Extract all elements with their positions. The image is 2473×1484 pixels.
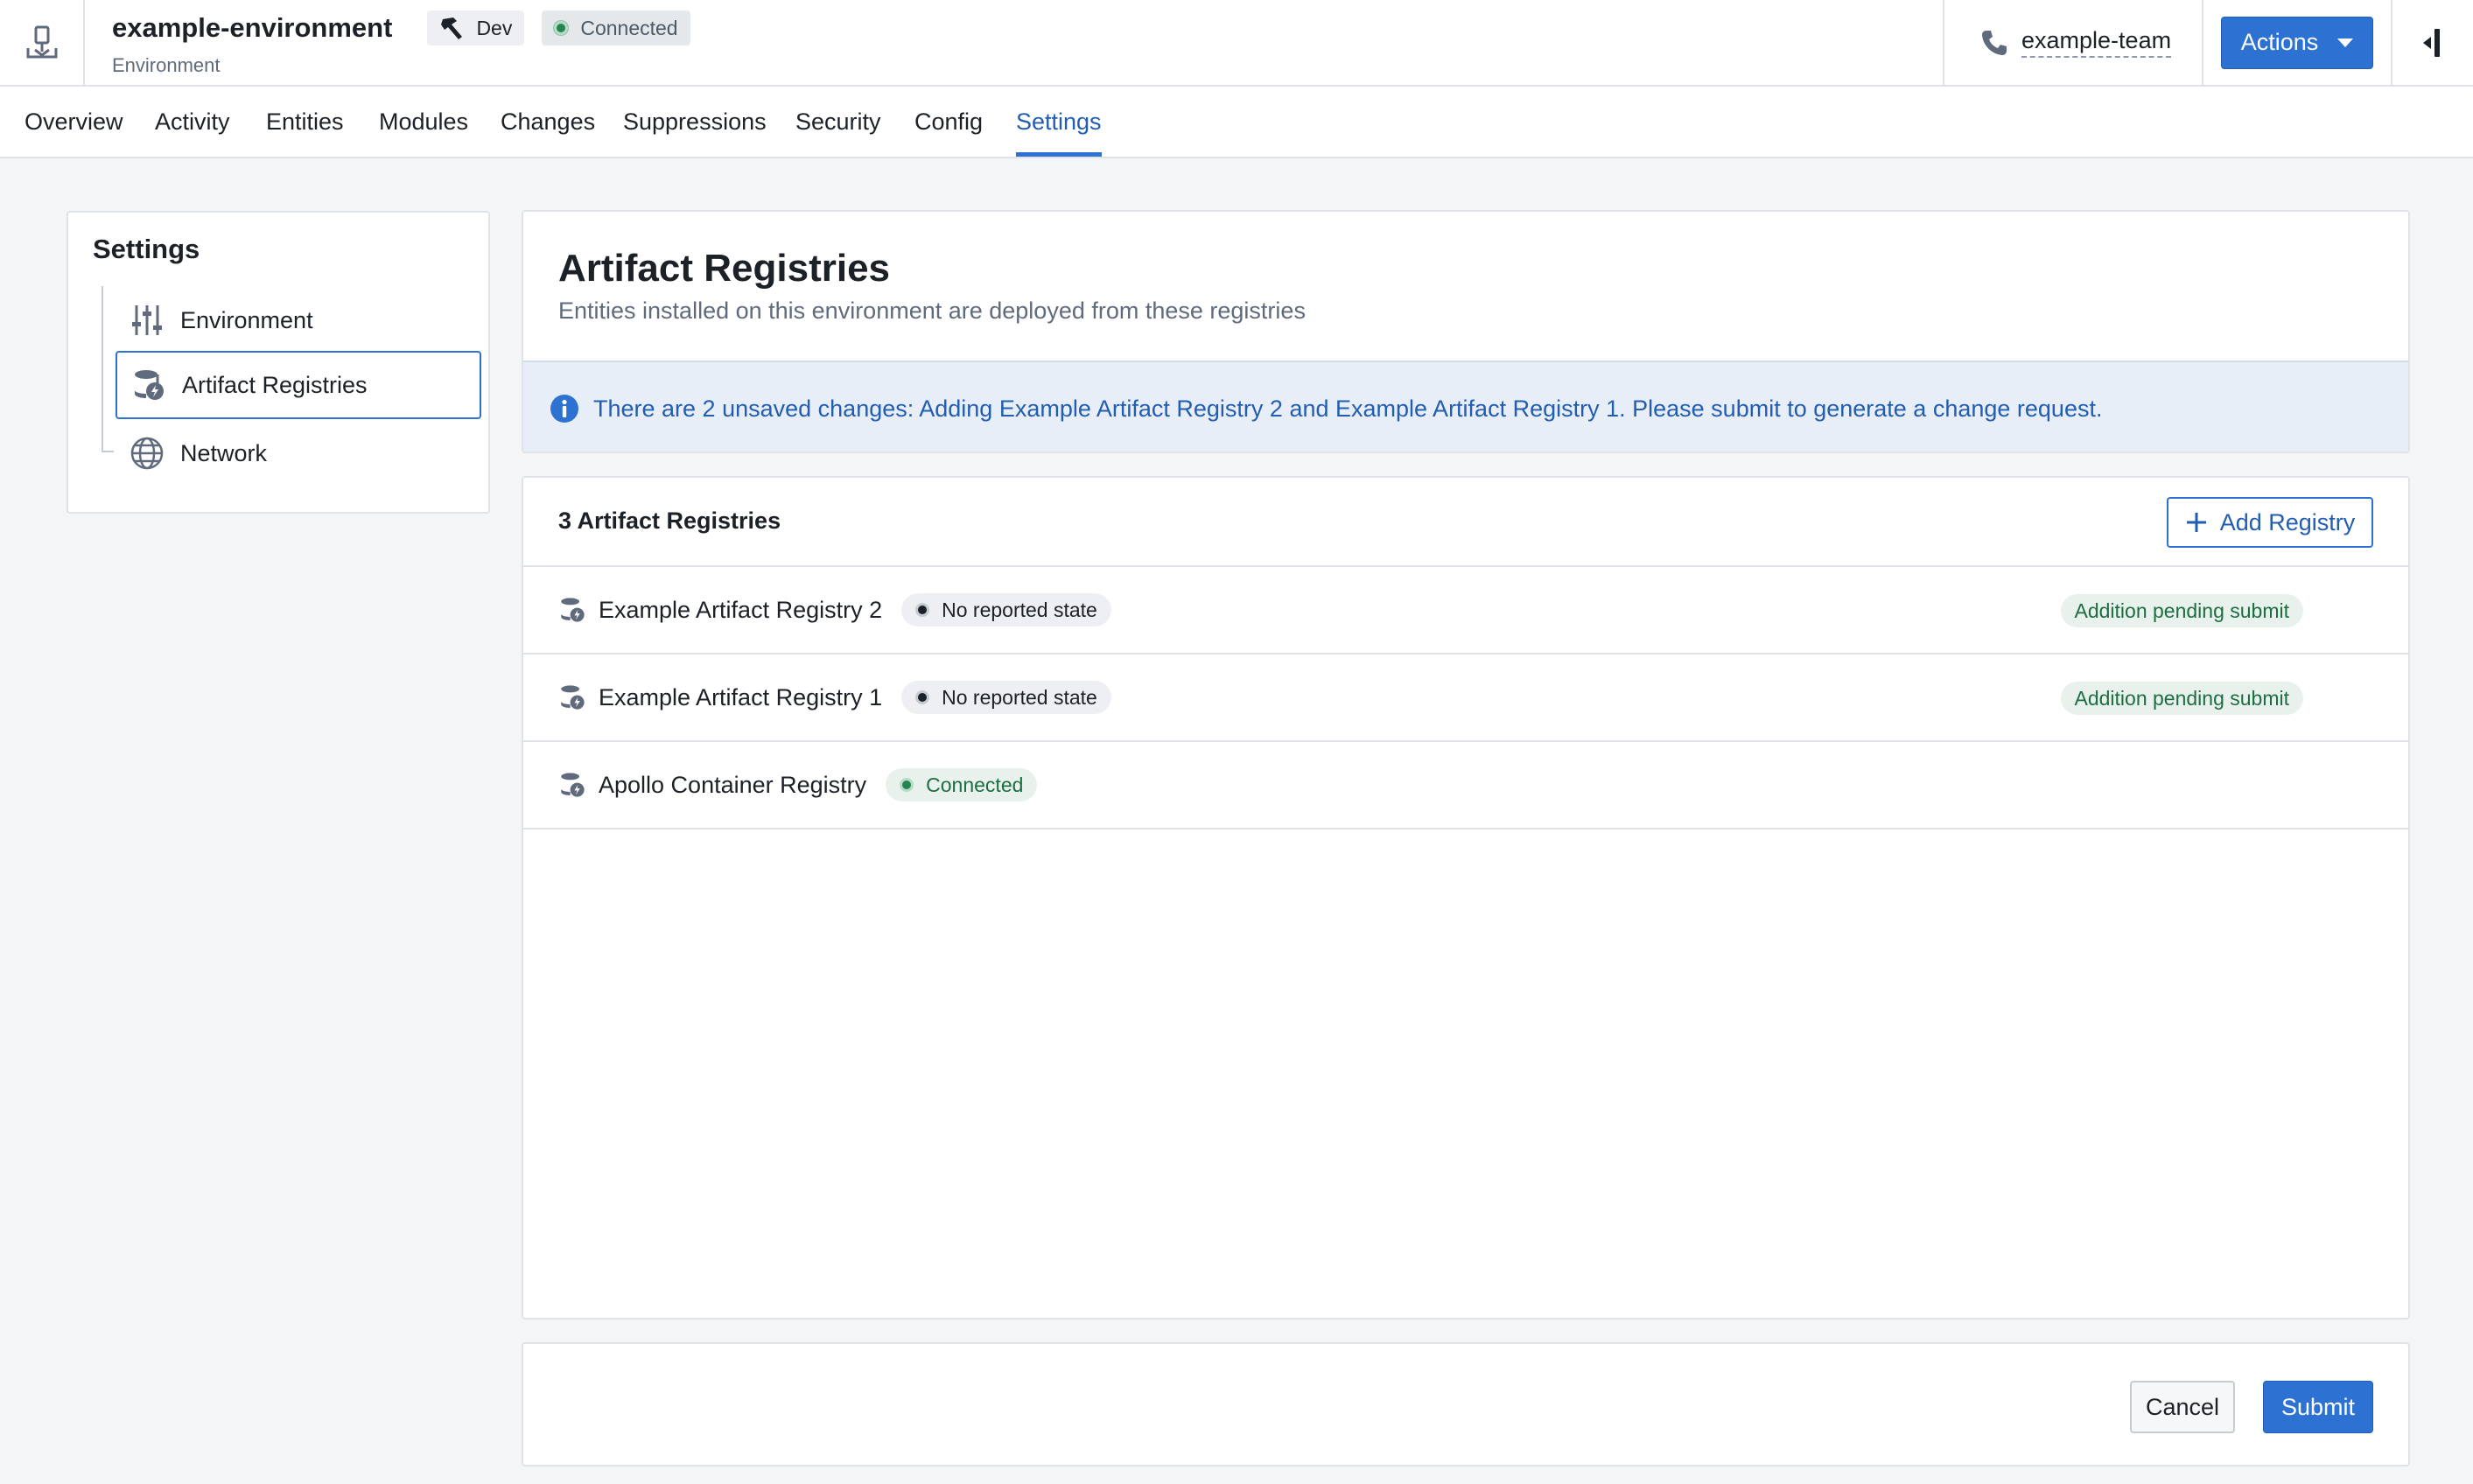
callout-message: There are 2 unsaved changes: Adding Exam… xyxy=(593,395,2103,422)
registry-state-label: Connected xyxy=(926,773,1024,796)
registry-state-tag: No reported state xyxy=(901,593,1111,626)
header-right: example-team Actions xyxy=(1943,0,2473,85)
registry-name: Example Artifact Registry 1 xyxy=(599,683,883,710)
globe-icon xyxy=(130,436,165,471)
add-registry-button[interactable]: Add Registry xyxy=(2167,497,2373,548)
info-icon xyxy=(550,395,578,423)
environment-app-icon[interactable] xyxy=(0,0,85,85)
tab-activity[interactable]: Activity xyxy=(155,87,230,157)
hammer-icon xyxy=(441,18,463,39)
state-dot-icon xyxy=(915,603,930,617)
form-footer: Cancel Submit xyxy=(522,1342,2410,1466)
tab-config[interactable]: Config xyxy=(914,87,983,157)
settings-nav-item-network[interactable]: Network xyxy=(116,419,481,487)
collapse-panel-button[interactable] xyxy=(2391,0,2473,85)
environment-tabs: Overview Activity Entities Modules Chang… xyxy=(0,87,2473,158)
registry-state-label: No reported state xyxy=(942,598,1097,621)
team-contact[interactable]: example-team xyxy=(1943,0,2202,85)
tree-line xyxy=(102,286,103,452)
tab-security[interactable]: Security xyxy=(795,87,881,157)
caret-down-icon xyxy=(2337,38,2354,47)
registry-icon xyxy=(558,683,586,711)
tab-suppressions[interactable]: Suppressions xyxy=(623,87,767,157)
tab-settings[interactable]: Settings xyxy=(1016,87,1102,157)
registry-state-tag: Connected xyxy=(886,768,1038,802)
app-header: example-environment Dev Connected Enviro… xyxy=(0,0,2473,87)
settings-nav-item-artifact-registries[interactable]: Artifact Registries xyxy=(116,351,481,419)
settings-nav-title: Settings xyxy=(93,234,200,264)
state-dot-icon xyxy=(915,690,930,704)
registry-name: Apollo Container Registry xyxy=(599,771,867,798)
tree-line-end xyxy=(102,451,114,452)
state-dot-icon xyxy=(900,778,914,792)
registry-row[interactable]: Example Artifact Registry 1 No reported … xyxy=(523,654,2408,742)
artifact-registries-header-card: Artifact Registries Entities installed o… xyxy=(522,210,2410,453)
actions-block: Actions xyxy=(2202,0,2391,85)
environment-type-label: Environment xyxy=(112,54,221,76)
registries-count: 3 Artifact Registries xyxy=(558,508,781,534)
dev-tag: Dev xyxy=(427,10,525,46)
registry-row[interactable]: Example Artifact Registry 2 No reported … xyxy=(523,567,2408,654)
settings-nav-label-network: Network xyxy=(180,439,268,466)
registry-name: Example Artifact Registry 2 xyxy=(599,596,883,623)
cancel-button[interactable]: Cancel xyxy=(2130,1381,2235,1433)
settings-nav-label-environment: Environment xyxy=(180,306,313,333)
submit-button[interactable]: Submit xyxy=(2263,1381,2373,1433)
page-title: Artifact Registries xyxy=(558,247,891,290)
phone-icon xyxy=(1982,30,2007,55)
sliders-icon xyxy=(130,303,165,338)
settings-nav-item-environment[interactable]: Environment xyxy=(116,286,481,354)
registry-icon xyxy=(558,596,586,624)
pending-status-tag: Addition pending submit xyxy=(2060,682,2303,715)
actions-button-label: Actions xyxy=(2240,29,2319,55)
database-icon xyxy=(131,368,166,402)
tab-overview[interactable]: Overview xyxy=(25,87,123,157)
connection-status-label: Connected xyxy=(580,16,678,39)
status-dot-icon xyxy=(554,21,569,35)
dev-tag-label: Dev xyxy=(476,16,513,39)
environment-name: example-environment xyxy=(112,12,393,43)
registry-icon xyxy=(558,771,586,799)
registry-state-tag: No reported state xyxy=(901,681,1111,714)
unsaved-changes-callout: There are 2 unsaved changes: Adding Exam… xyxy=(523,360,2408,452)
team-name-link[interactable]: example-team xyxy=(2021,27,2172,58)
add-registry-label: Add Registry xyxy=(2219,508,2356,536)
registry-state-label: No reported state xyxy=(942,685,1097,709)
tab-entities[interactable]: Entities xyxy=(266,87,344,157)
tab-modules[interactable]: Modules xyxy=(379,87,468,157)
registries-list-header: 3 Artifact Registries Add Registry xyxy=(523,478,2408,567)
registries-list-card: 3 Artifact Registries Add Registry Examp… xyxy=(522,476,2410,1320)
actions-button[interactable]: Actions xyxy=(2221,16,2373,69)
environment-title-block: example-environment Dev Connected Enviro… xyxy=(112,10,690,77)
plus-icon xyxy=(2186,513,2206,532)
registry-row[interactable]: Apollo Container Registry Connected xyxy=(523,742,2408,830)
panel-collapse-icon xyxy=(2423,28,2440,57)
settings-nav: Settings Environment Artifact Registries… xyxy=(67,211,490,514)
settings-nav-label-artifact-registries: Artifact Registries xyxy=(182,371,368,398)
connection-status-tag: Connected xyxy=(542,10,690,46)
pending-status-tag: Addition pending submit xyxy=(2060,594,2303,627)
environment-icon xyxy=(26,25,57,58)
page-subtitle: Entities installed on this environment a… xyxy=(558,298,1306,324)
tab-changes[interactable]: Changes xyxy=(501,87,595,157)
